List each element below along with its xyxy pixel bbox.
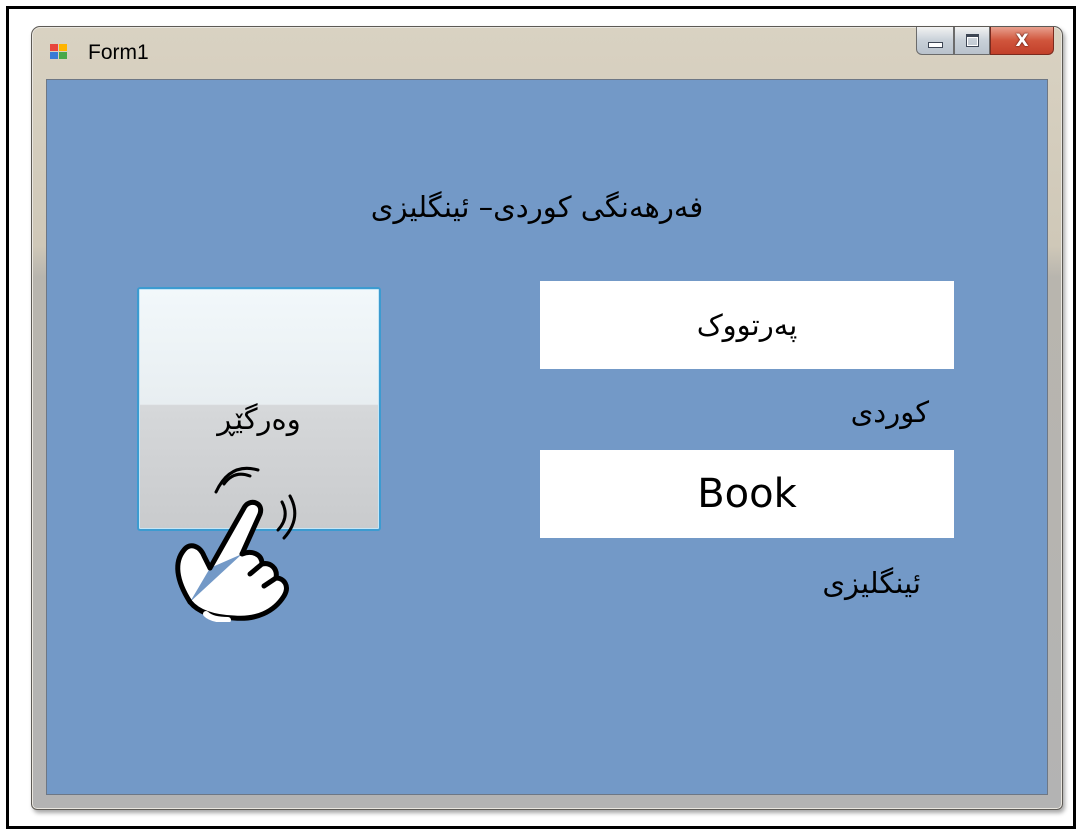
form-client-area: فەرهەنگی کوردی– ئینگلیزی وەرگێڕ پەرتووک … (46, 79, 1048, 795)
english-label: ئینگلیزی (822, 566, 921, 600)
form-app-icon (50, 44, 70, 62)
form-heading: فەرهەنگی کوردی– ئینگلیزی (370, 190, 704, 224)
form-window: Form1 X فەرهەنگی کوردی– ئینگلیزی وەرگێڕ … (31, 26, 1063, 810)
kurdish-input-value: پەرتووک (696, 308, 798, 342)
close-icon: X (1015, 30, 1029, 51)
close-button[interactable]: X (990, 27, 1054, 55)
english-input[interactable]: Book (540, 450, 954, 538)
kurdish-label: کوردی (850, 395, 929, 429)
window-controls: X (916, 27, 1054, 57)
maximize-icon (965, 34, 979, 47)
window-title: Form1 (88, 41, 149, 64)
hand-pointer-icon (175, 466, 297, 622)
translate-button-label: وەرگێڕ (217, 402, 301, 436)
minimize-button[interactable] (916, 27, 954, 55)
english-input-value: Book (697, 471, 797, 517)
kurdish-input[interactable]: پەرتووک (540, 281, 954, 369)
title-bar[interactable]: Form1 X (32, 27, 1062, 79)
minimize-icon (927, 41, 943, 48)
maximize-button[interactable] (954, 27, 990, 55)
